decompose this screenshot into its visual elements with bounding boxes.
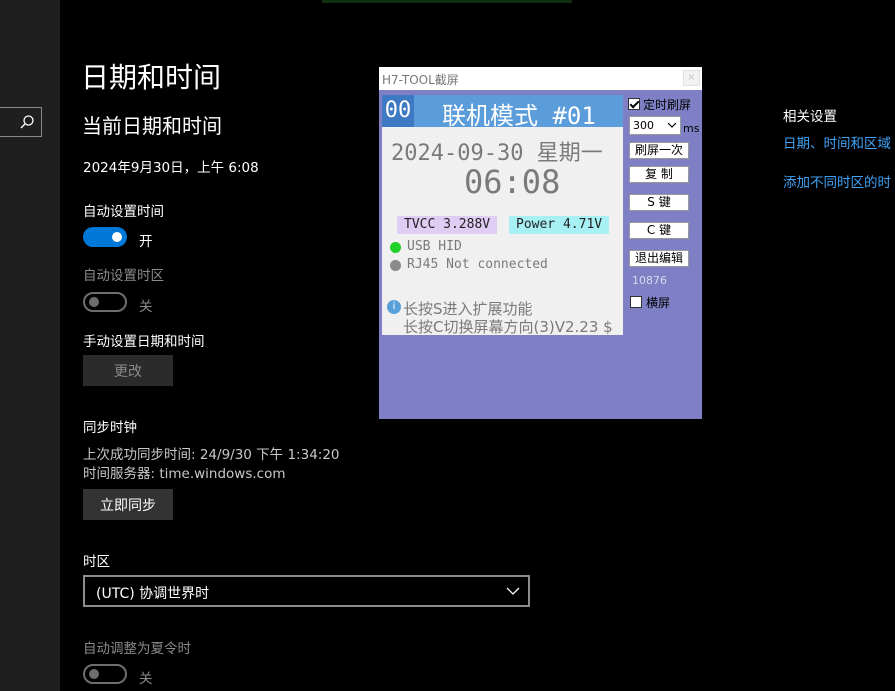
s-key-button[interactable]: S 键	[629, 194, 689, 211]
landscape-label: 横屏	[646, 296, 671, 310]
lcd-screen: 00 联机模式 #01 2024-09-30 星期一 06:08 TVCC 3.…	[382, 95, 623, 336]
interval-unit: ms	[683, 122, 700, 135]
lcd-time: 06:08	[464, 163, 561, 201]
lcd-mode-title: 联机模式 #01	[442, 102, 596, 130]
manual-label: 手动设置日期和时间	[83, 334, 205, 350]
landscape-checkbox[interactable]	[630, 296, 642, 308]
tvcc-badge: TVCC 3.288V	[397, 216, 498, 234]
auto-timezone-toggle[interactable]	[83, 292, 127, 312]
auto-timezone-label: 自动设置时区	[83, 268, 164, 284]
power-badge: Power 4.71V	[509, 216, 610, 234]
sync-label: 同步时钟	[83, 420, 137, 436]
dst-label: 自动调整为夏令时	[83, 641, 191, 657]
sync-now-button[interactable]: 立即同步	[83, 489, 173, 520]
rj45-status: RJ45 Not connected	[407, 257, 548, 272]
chevron-down-icon	[667, 122, 677, 128]
hint-line-2: 长按C切换屏幕方向(3)V2.23 $	[403, 318, 613, 336]
search-box[interactable]	[0, 107, 42, 137]
chevron-down-icon	[506, 587, 520, 595]
change-button[interactable]: 更改	[83, 355, 173, 386]
usb-status: USB HID	[407, 239, 462, 254]
tool-titlebar: H7-TOOL截屏 ×	[379, 67, 702, 90]
related-settings-title: 相关设置	[783, 109, 837, 125]
related-link-region[interactable]: 日期、时间和区域	[783, 132, 891, 152]
auto-time-toggle[interactable]	[83, 227, 127, 247]
usb-status-dot	[390, 242, 401, 253]
section-title: 当前日期和时间	[82, 114, 222, 138]
tool-title: H7-TOOL截屏	[382, 73, 459, 87]
copy-button[interactable]: 复 制	[629, 166, 689, 183]
exit-edit-button[interactable]: 退出编辑	[629, 250, 689, 267]
refresh-once-button[interactable]: 刷屏一次	[629, 142, 689, 159]
timezone-value: (UTC) 协调世界时	[96, 586, 210, 602]
rj45-status-dot	[390, 260, 401, 271]
info-icon: i	[387, 300, 401, 314]
auto-time-label: 自动设置时间	[83, 204, 164, 220]
last-sync-text: 上次成功同步时间: 24/9/30 下午 1:34:20	[83, 447, 340, 463]
top-edge-artifact	[322, 0, 572, 3]
current-datetime: 2024年9月30日，上午 6:08	[83, 160, 259, 176]
auto-time-state: 开	[139, 234, 153, 250]
nav-pane	[0, 0, 60, 691]
counter-value: 10876	[632, 274, 667, 287]
timezone-select[interactable]: (UTC) 协调世界时	[83, 575, 530, 607]
timed-refresh-checkbox[interactable]	[628, 98, 640, 110]
time-server-text: 时间服务器: time.windows.com	[83, 466, 286, 482]
dst-state: 关	[139, 671, 153, 687]
auto-timezone-state: 关	[139, 299, 153, 315]
toggle-knob	[89, 669, 99, 679]
page-title: 日期和时间	[81, 61, 222, 94]
toggle-knob	[112, 232, 122, 242]
toggle-knob	[89, 297, 99, 307]
dst-toggle[interactable]	[83, 664, 127, 684]
h7-tool-window: H7-TOOL截屏 × 00 联机模式 #01 2024-09-30 星期一 0…	[379, 67, 702, 419]
close-icon[interactable]: ×	[683, 70, 700, 86]
lcd-mode-number: 00	[382, 95, 414, 127]
search-icon	[20, 115, 34, 129]
related-link-timezone-clock[interactable]: 添加不同时区的时	[783, 171, 891, 191]
c-key-button[interactable]: C 键	[629, 222, 689, 239]
interval-value: 300	[633, 119, 654, 132]
interval-select[interactable]: 300	[629, 116, 681, 135]
timed-refresh-label: 定时刷屏	[643, 98, 692, 112]
timezone-label: 时区	[83, 554, 110, 570]
